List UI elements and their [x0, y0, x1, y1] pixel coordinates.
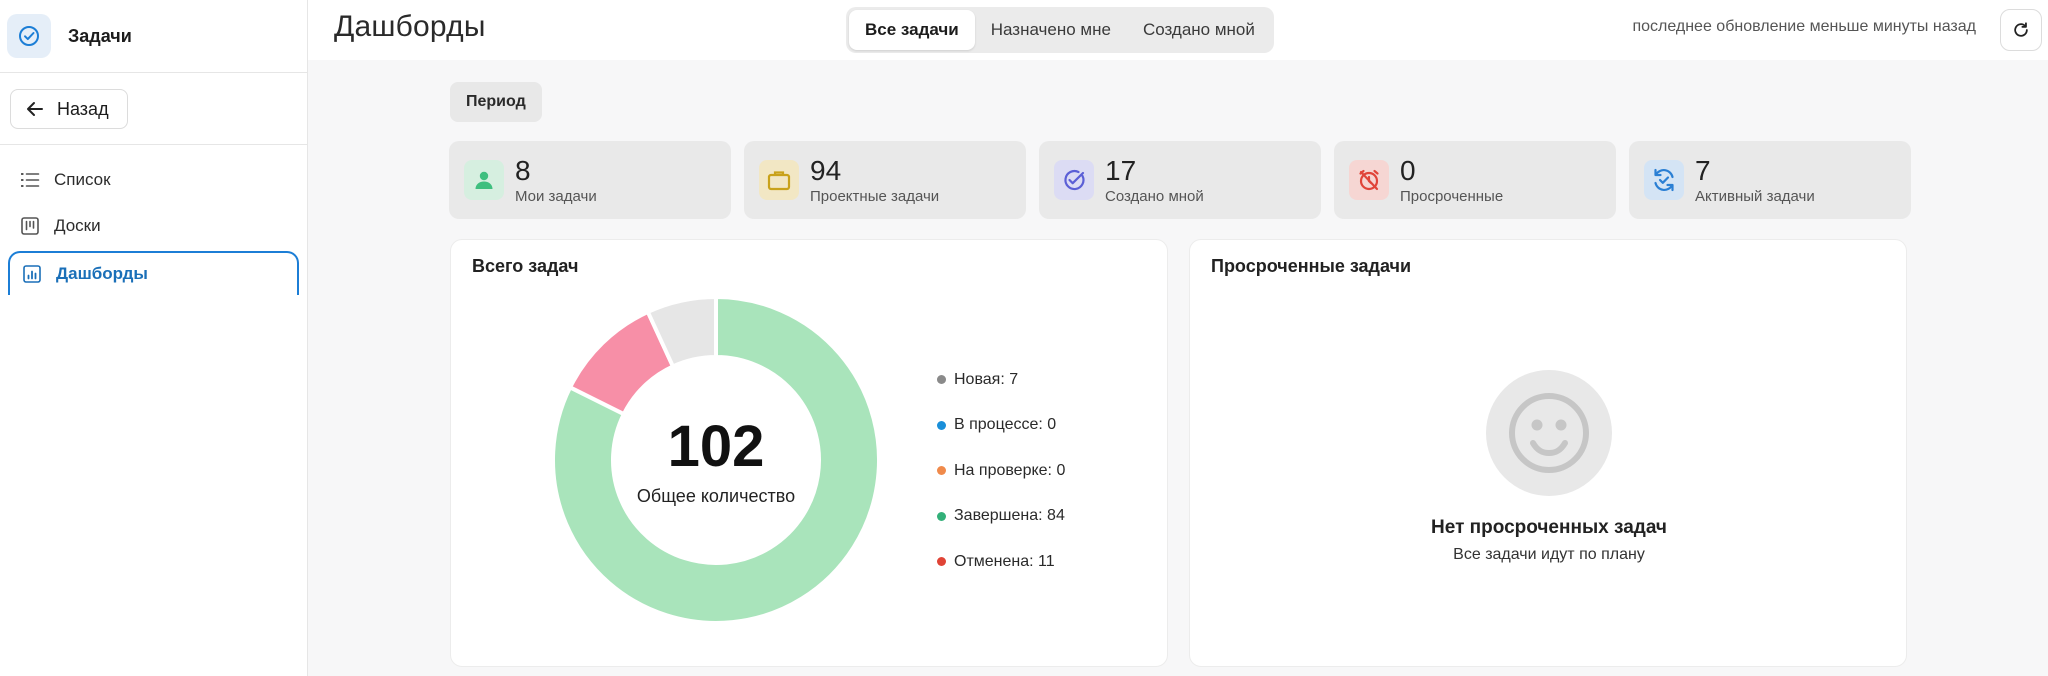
app-brand: Задачи [0, 0, 307, 73]
stat-value: 0 [1400, 154, 1416, 186]
sidebar-item-label: Дашборды [56, 264, 148, 283]
stat-value: 17 [1105, 154, 1137, 186]
check-circle-icon [1054, 160, 1094, 200]
stat-label: Мои задачи [515, 187, 597, 205]
stat-label: Активный задачи [1695, 187, 1815, 205]
overdue-tasks-panel: Просроченные задачи Нет просроченных зад… [1189, 239, 1907, 667]
chart-legend: Новая: 7 В процессе: 0 На проверке: 0 За… [937, 357, 1065, 585]
smiley-icon [1486, 370, 1612, 496]
sidebar: Задачи Назад Список Доски Дашборды [0, 0, 308, 676]
legend-dot [937, 466, 946, 476]
stat-card-created-by-me: 17 Создано мной [1039, 141, 1321, 219]
back-button[interactable]: Назад [10, 89, 128, 129]
legend-item-in-progress: В процессе: 0 [937, 403, 1065, 449]
last-updated-text: последнее обновление меньше минуты назад [1632, 18, 1976, 35]
user-icon [464, 160, 504, 200]
stat-label: Проектные задачи [810, 187, 940, 205]
alarm-off-icon [1349, 160, 1389, 200]
stat-value: 94 [810, 154, 842, 186]
sidebar-item-label: Доски [54, 216, 101, 235]
legend-dot [937, 557, 946, 567]
stat-label: Просроченные [1400, 187, 1504, 205]
panel-title: Просроченные задачи [1211, 256, 1412, 276]
sidebar-item-dashboards[interactable]: Дашборды [8, 251, 299, 295]
total-tasks-panel: Всего задач 102 Общее количество Новая: … [450, 239, 1168, 667]
legend-label: Завершена: 84 [954, 507, 1065, 525]
legend-label: Новая: 7 [954, 370, 1019, 388]
empty-subtitle: Все задачи идут по плану [1453, 546, 1645, 563]
sidebar-item-list[interactable]: Список [8, 159, 299, 201]
panel-title: Всего задач [472, 256, 579, 276]
refresh-check-icon [1644, 160, 1684, 200]
app-title: Задачи [68, 25, 132, 46]
legend-dot [937, 375, 946, 385]
legend-item-new: Новая: 7 [937, 357, 1065, 403]
back-label: Назад [57, 98, 109, 119]
donut-chart [551, 295, 881, 625]
list-icon [21, 173, 40, 187]
period-button[interactable]: Период [450, 82, 542, 122]
legend-item-review: На проверке: 0 [937, 448, 1065, 494]
refresh-icon [2014, 22, 2028, 37]
legend-label: В процессе: 0 [954, 416, 1057, 434]
sidebar-item-boards[interactable]: Доски [8, 205, 299, 247]
legend-item-done: Завершена: 84 [937, 494, 1065, 540]
legend-dot [937, 511, 946, 521]
dashboard-icon [23, 265, 41, 283]
stat-value: 7 [1695, 154, 1711, 186]
empty-state: Нет просроченных задач Все задачи идут п… [1190, 370, 1908, 564]
stat-value: 8 [515, 154, 531, 186]
arrow-left-icon [27, 102, 43, 116]
briefcase-icon [759, 160, 799, 200]
legend-label: На проверке: 0 [954, 461, 1066, 479]
tab-all-tasks[interactable]: Все задачи [849, 10, 975, 50]
board-icon [21, 217, 39, 235]
stat-card-project-tasks: 94 Проектные задачи [744, 141, 1026, 219]
legend-dot [937, 420, 946, 430]
tasks-check-icon [7, 14, 51, 58]
stat-card-overdue: 0 Просроченные [1334, 141, 1616, 219]
empty-title: Нет просроченных задач [1431, 517, 1667, 538]
stat-card-my-tasks: 8 Мои задачи [449, 141, 731, 219]
refresh-button[interactable] [2000, 9, 2042, 51]
stat-label: Создано мной [1105, 187, 1204, 205]
sidebar-nav: Список Доски Дашборды [0, 145, 307, 295]
tab-assigned-to-me[interactable]: Назначено мне [975, 10, 1127, 50]
sidebar-item-label: Список [54, 170, 111, 189]
tab-created-by-me[interactable]: Создано мной [1127, 10, 1271, 50]
stats-row: 8 Мои задачи 94 Проектные задачи 17 Созд… [449, 141, 1911, 219]
page-title: Дашборды [334, 10, 486, 43]
header: Дашборды Все задачи Назначено мне Создан… [308, 0, 2048, 60]
legend-label: Отменена: 11 [954, 552, 1055, 570]
stat-card-active: 7 Активный задачи [1629, 141, 1911, 219]
filter-tabs: Все задачи Назначено мне Создано мной [846, 7, 1274, 53]
legend-item-cancelled: Отменена: 11 [937, 539, 1065, 585]
